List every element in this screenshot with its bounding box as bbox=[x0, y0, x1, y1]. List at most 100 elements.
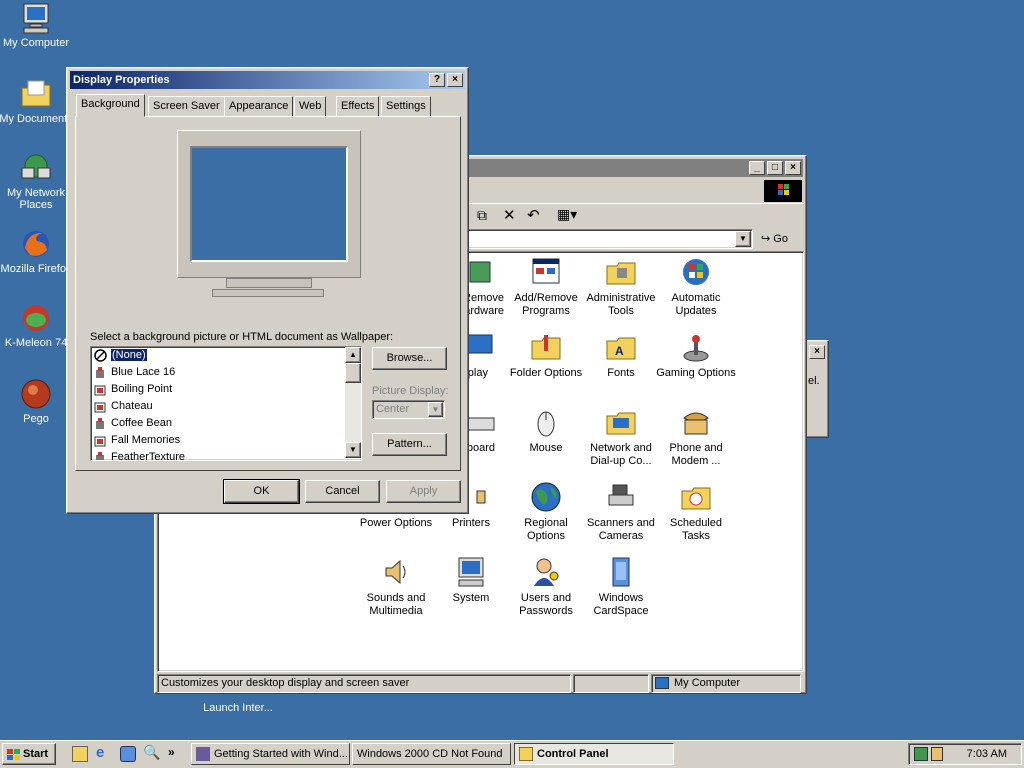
list-item[interactable]: Fall Memories bbox=[91, 432, 361, 449]
status-zone: My Computer bbox=[651, 674, 801, 693]
folder-options-icon bbox=[530, 331, 562, 363]
desktop-icon-my-documents[interactable]: My Documents bbox=[0, 78, 74, 125]
cp-item-fonts[interactable]: A Fonts bbox=[581, 331, 661, 380]
tab-background[interactable]: Background bbox=[76, 94, 145, 117]
undo-icon[interactable]: ↶ bbox=[527, 206, 540, 224]
cp-item-network-dialup[interactable]: Network and Dial-up Co... bbox=[581, 406, 661, 468]
bitmap-icon bbox=[94, 400, 107, 413]
desktop-icon-firefox[interactable]: Mozilla Firefox bbox=[0, 228, 74, 275]
cp-item-scheduled-tasks[interactable]: Scheduled Tasks bbox=[656, 481, 736, 543]
ok-button[interactable]: OK bbox=[223, 479, 300, 504]
admin-tools-icon bbox=[605, 256, 637, 288]
cp-item-sounds-multimedia[interactable]: Sounds and Multimedia bbox=[356, 556, 436, 618]
list-item[interactable]: Blue Lace 16 bbox=[91, 364, 361, 381]
list-item[interactable]: Coffee Bean bbox=[91, 415, 361, 432]
windows-flag-icon bbox=[7, 748, 21, 768]
tab-effects[interactable]: Effects bbox=[336, 96, 380, 116]
scanner-icon bbox=[605, 481, 637, 513]
minimize-button[interactable]: _ bbox=[749, 161, 765, 175]
cp-item-mouse[interactable]: Mouse bbox=[506, 406, 586, 455]
network-icon bbox=[20, 152, 52, 184]
list-item[interactable]: Boiling Point bbox=[91, 381, 361, 398]
go-button[interactable]: ↪ Go bbox=[761, 230, 788, 248]
folder-icon bbox=[20, 78, 52, 110]
close-button[interactable]: × bbox=[447, 73, 463, 87]
tab-panel: Select a background picture or HTML docu… bbox=[75, 116, 461, 471]
show-desktop-icon[interactable] bbox=[72, 746, 88, 762]
desktop-icon-kmeleon[interactable]: K-Meleon 74 bbox=[0, 302, 74, 349]
taskbar-button-cd-not-found[interactable]: Windows 2000 CD Not Found bbox=[352, 743, 511, 765]
computer-icon bbox=[20, 2, 52, 34]
list-item[interactable]: (None) bbox=[91, 347, 361, 364]
pattern-button[interactable]: Pattern... bbox=[372, 433, 447, 456]
status-panel bbox=[573, 674, 649, 693]
tab-web[interactable]: Web bbox=[294, 96, 327, 116]
search-icon[interactable]: 🔍 bbox=[143, 744, 160, 761]
cp-item-regional-options[interactable]: Regional Options bbox=[506, 481, 586, 543]
cp-item-administrative-tools[interactable]: Administrative Tools bbox=[581, 256, 661, 318]
desktop-icon-pego[interactable]: Pego bbox=[0, 378, 74, 425]
scroll-up-button[interactable]: ▲ bbox=[345, 347, 361, 363]
desktop-icon-launch-internet[interactable]: Launch Inter... bbox=[200, 702, 276, 714]
cp-item-add-remove-programs[interactable]: Add/Remove Programs bbox=[506, 256, 586, 318]
help-button[interactable]: ? bbox=[429, 73, 445, 87]
bitmap-icon bbox=[94, 434, 107, 447]
list-item[interactable]: Chateau bbox=[91, 398, 361, 415]
desktop-icon-label: Pego bbox=[23, 413, 49, 425]
status-bar: Customizes your desktop display and scre… bbox=[157, 674, 804, 693]
picture-display-select[interactable]: Center ▼ bbox=[372, 400, 445, 419]
tab-settings[interactable]: Settings bbox=[381, 96, 431, 116]
cp-item-automatic-updates[interactable]: Automatic Updates bbox=[656, 256, 736, 318]
desktop-icon-label: Mozilla Firefox bbox=[0, 263, 72, 275]
volume-tray-icon[interactable] bbox=[931, 747, 943, 761]
outlook-express-icon[interactable] bbox=[120, 746, 136, 762]
cancel-button[interactable]: Cancel bbox=[305, 480, 380, 503]
maximize-button[interactable]: □ bbox=[767, 161, 783, 175]
go-arrow-icon: ↪ bbox=[761, 233, 771, 245]
tab-screen-saver[interactable]: Screen Saver bbox=[148, 96, 225, 116]
cp-item-scanners-cameras[interactable]: Scanners and Cameras bbox=[581, 481, 661, 543]
desktop-icon-label: My Documents bbox=[0, 113, 73, 125]
taskbar-button-getting-started[interactable]: Getting Started with Wind... bbox=[191, 743, 350, 765]
start-button[interactable]: Start bbox=[2, 743, 56, 765]
browse-button[interactable]: Browse... bbox=[372, 347, 447, 370]
list-scrollbar[interactable]: ▲ ▼ bbox=[345, 347, 361, 458]
scroll-thumb[interactable] bbox=[345, 363, 361, 383]
cp-item-users-passwords[interactable]: Users and Passwords bbox=[506, 556, 586, 618]
globe-icon bbox=[530, 481, 562, 513]
address-dropdown-button[interactable]: ▼ bbox=[735, 231, 751, 247]
system-tray: 7:03 AM bbox=[908, 743, 1022, 765]
programs-icon bbox=[530, 256, 562, 288]
mouse-icon bbox=[530, 406, 562, 438]
move-to-icon[interactable]: ⧉ bbox=[477, 207, 487, 224]
internet-explorer-icon[interactable]: e bbox=[96, 744, 104, 761]
clock[interactable]: 7:03 AM bbox=[967, 748, 1007, 760]
background-dialog: × el. bbox=[805, 340, 829, 438]
cp-item-windows-cardspace[interactable]: Windows CardSpace bbox=[581, 556, 661, 618]
monitor-screen bbox=[190, 146, 348, 262]
delete-icon[interactable]: ✕ bbox=[503, 206, 516, 224]
cp-item-system[interactable]: System bbox=[431, 556, 511, 605]
display-properties-titlebar[interactable]: Display Properties ? × bbox=[70, 71, 465, 89]
views-icon[interactable]: ▦▾ bbox=[557, 206, 577, 223]
list-item[interactable]: FeatherTexture bbox=[91, 449, 361, 460]
cp-item-phone-modem[interactable]: Phone and Modem ... bbox=[656, 406, 736, 468]
scroll-down-button[interactable]: ▼ bbox=[345, 442, 361, 458]
wallpaper-list[interactable]: (None) Blue Lace 16 Boiling Point Chatea… bbox=[90, 346, 362, 461]
tab-appearance[interactable]: Appearance bbox=[224, 96, 294, 116]
phone-icon bbox=[680, 406, 712, 438]
chevron-icon[interactable]: » bbox=[168, 745, 175, 759]
kmeleon-icon bbox=[20, 302, 52, 334]
paint-bucket-icon bbox=[94, 366, 107, 379]
network-connections-icon bbox=[605, 406, 637, 438]
network-tray-icon[interactable] bbox=[914, 747, 928, 761]
cp-item-gaming-options[interactable]: Gaming Options bbox=[656, 331, 736, 380]
desktop-icon-network-places[interactable]: My Network Places bbox=[0, 152, 74, 211]
desktop-icon-my-computer[interactable]: My Computer bbox=[0, 2, 74, 49]
apply-button[interactable]: Apply bbox=[386, 480, 461, 503]
background-dialog-close-button[interactable]: × bbox=[809, 345, 825, 359]
cp-item-folder-options[interactable]: Folder Options bbox=[506, 331, 586, 380]
close-button[interactable]: × bbox=[785, 161, 801, 175]
taskbar-button-control-panel[interactable]: Control Panel bbox=[514, 743, 674, 765]
speaker-icon bbox=[380, 556, 412, 588]
